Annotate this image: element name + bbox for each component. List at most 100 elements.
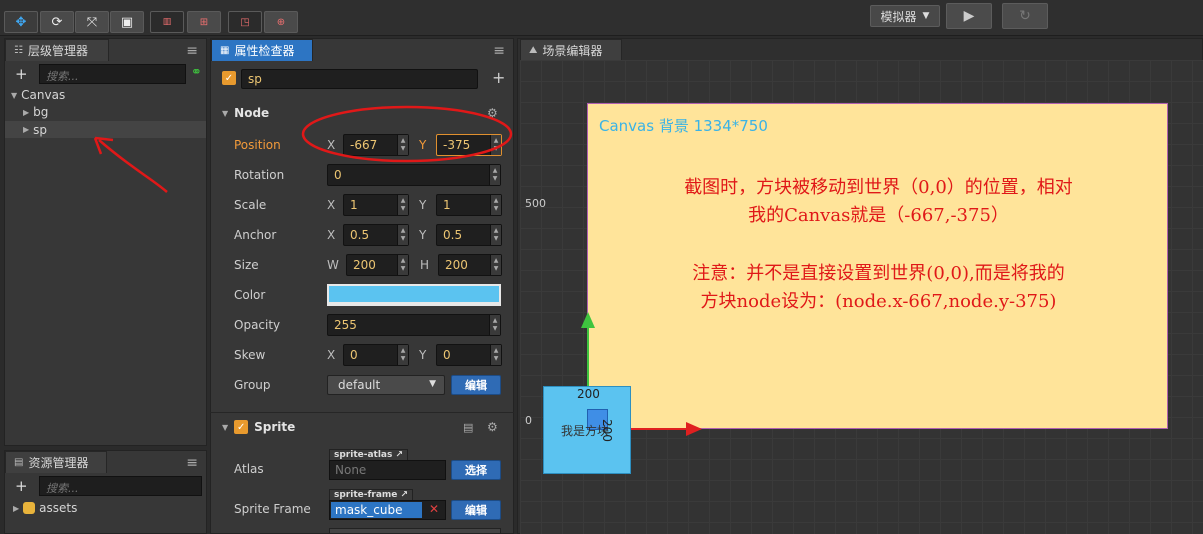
rotation-input[interactable]: 0 ▲ ▼ bbox=[327, 164, 501, 186]
external-link-icon[interactable]: ↗ bbox=[401, 490, 409, 500]
move-tool-icon[interactable]: ✥ bbox=[4, 11, 38, 33]
hierarchy-search-input[interactable]: 搜索... bbox=[39, 64, 186, 84]
tree-node-label: assets bbox=[39, 501, 78, 515]
size-w-value: 200 bbox=[353, 258, 376, 272]
tab-hierarchy[interactable]: ☷ 层级管理器 bbox=[5, 39, 109, 61]
tab-assets[interactable]: ▤ 资源管理器 bbox=[5, 451, 107, 473]
scene-icon: ⛰ bbox=[529, 45, 538, 56]
size-h-input[interactable]: 200 ▲ ▼ bbox=[438, 254, 502, 276]
simulator-label: 模拟器 bbox=[880, 9, 917, 24]
simulator-dropdown[interactable]: 模拟器 ▼ bbox=[870, 5, 940, 27]
square-width-label: 200 bbox=[577, 387, 600, 401]
note-line: 方块node设为：(node.x-667,node.y-375) bbox=[700, 291, 1057, 312]
scale-x-input[interactable]: 1 ▲ ▼ bbox=[343, 194, 409, 216]
position-label: Position bbox=[234, 138, 281, 152]
external-link-icon[interactable]: ↗ bbox=[396, 450, 404, 460]
tree-node-bg[interactable]: ▶ bg bbox=[23, 105, 48, 119]
group-select[interactable]: default ▼ bbox=[327, 375, 445, 395]
menu-icon[interactable]: ≡ bbox=[493, 43, 505, 59]
anchor-x-input[interactable]: 0.5 ▲ ▼ bbox=[343, 224, 409, 246]
skew-label: Skew bbox=[234, 348, 266, 362]
refresh-icon: ↻ bbox=[1019, 8, 1031, 24]
caret-down-icon: ▼ bbox=[222, 422, 229, 432]
next-field-peek bbox=[329, 528, 501, 534]
sprite-frame-field[interactable]: mask_cube ✕ bbox=[329, 500, 446, 520]
color-swatch[interactable] bbox=[327, 284, 501, 306]
scale-tool-icon[interactable]: ⤧ bbox=[75, 11, 109, 33]
group-label: Group bbox=[234, 378, 271, 392]
scale-label: Scale bbox=[234, 198, 267, 212]
canvas-background[interactable]: Canvas 背景 1334*750 截图时，方块被移动到世界（0,0）的位置，… bbox=[587, 103, 1168, 429]
node-active-checkbox[interactable]: ✓ bbox=[222, 71, 236, 85]
rotate-tool-icon[interactable]: ⟳ bbox=[40, 11, 74, 33]
sprite-section-title: Sprite bbox=[254, 420, 296, 434]
link-icon[interactable]: ⚭ bbox=[191, 65, 202, 80]
rect-tool-icon[interactable]: ▣ bbox=[110, 11, 144, 33]
opacity-input[interactable]: 255 ▲ ▼ bbox=[327, 314, 501, 336]
node-section-header[interactable]: ▼ Node bbox=[222, 106, 269, 120]
add-component-icon[interactable]: + bbox=[492, 68, 505, 87]
annotation-note: 截图时，方块被移动到世界（0,0）的位置，相对 我的Canvas就是（-667,… bbox=[588, 174, 1169, 316]
group-edit-button[interactable]: 编辑 bbox=[451, 375, 501, 395]
play-button[interactable]: ▶ bbox=[946, 3, 992, 29]
scale-y-axis: Y bbox=[419, 198, 427, 212]
stepper-icon[interactable]: ▲ ▼ bbox=[397, 255, 408, 275]
stepper-icon[interactable]: ▲ ▼ bbox=[490, 225, 501, 245]
stepper-icon[interactable]: ▲ ▼ bbox=[489, 165, 500, 185]
tab-inspector[interactable]: ▦ 属性检查器 bbox=[211, 39, 313, 61]
group-value: default bbox=[338, 378, 381, 392]
atlas-field[interactable]: None bbox=[329, 460, 446, 480]
y-arrow-icon[interactable] bbox=[581, 312, 595, 328]
sprite-frame-label: Sprite Frame bbox=[234, 502, 311, 516]
anchor-y-input[interactable]: 0.5 ▲ ▼ bbox=[436, 224, 502, 246]
anchor-x-axis: X bbox=[327, 228, 336, 242]
stepper-icon[interactable]: ▲ ▼ bbox=[490, 255, 501, 275]
hierarchy-panel: ☷ 层级管理器 ≡ + 搜索... ⚭ ▼ Canvas ▶ bg ▶ sp bbox=[4, 38, 207, 446]
tab-assets-label: 资源管理器 bbox=[28, 456, 89, 470]
color-label: Color bbox=[234, 288, 266, 302]
stepper-icon[interactable]: ▲ ▼ bbox=[489, 315, 500, 335]
stepper-icon[interactable]: ▲ ▼ bbox=[397, 195, 408, 215]
sprite-square[interactable]: 200 我是方块 200 bbox=[543, 386, 631, 474]
anchor-y-value: 0.5 bbox=[443, 228, 463, 242]
settings-gear-icon[interactable]: ⚙ bbox=[487, 420, 498, 434]
atlas-label: Atlas bbox=[234, 462, 264, 476]
size-label: Size bbox=[234, 258, 259, 272]
stepper-icon[interactable]: ▲ ▼ bbox=[397, 225, 408, 245]
world-toggle-icon[interactable]: ⊕ bbox=[264, 11, 298, 33]
scale-y-input[interactable]: 1 ▲ ▼ bbox=[436, 194, 502, 216]
node-name-input[interactable]: sp bbox=[241, 69, 478, 89]
clear-x-icon[interactable]: ✕ bbox=[429, 502, 439, 516]
stepper-icon[interactable]: ▲ ▼ bbox=[397, 345, 408, 365]
atlas-select-button[interactable]: 选择 bbox=[451, 460, 501, 480]
caret-down-icon: ▼ bbox=[11, 90, 18, 100]
skew-y-input[interactable]: 0 ▲ ▼ bbox=[436, 344, 502, 366]
assets-search-input[interactable]: 搜索... bbox=[39, 476, 202, 496]
stepper-icon[interactable]: ▲ ▼ bbox=[490, 345, 501, 365]
main-toolbar: ✥ ⟳ ⤧ ▣ ▥ ⊞ ◳ ⊕ 模拟器 ▼ ▶ ↻ bbox=[0, 0, 1203, 36]
sprite-frame-type-tag: sprite-frame ↗ bbox=[329, 489, 414, 500]
menu-icon[interactable]: ≡ bbox=[186, 455, 198, 471]
refresh-button[interactable]: ↻ bbox=[1002, 3, 1048, 29]
add-icon[interactable]: + bbox=[15, 477, 28, 495]
anchor-toggle-icon[interactable]: ▥ bbox=[150, 11, 184, 33]
tab-scene[interactable]: ⛰ 场景编辑器 bbox=[520, 39, 622, 61]
tree-node-assets[interactable]: ▶ assets bbox=[13, 501, 77, 515]
scale-x-axis: X bbox=[327, 198, 336, 212]
chevron-down-icon: ▼ bbox=[429, 379, 436, 389]
x-arrow-icon[interactable] bbox=[686, 422, 702, 436]
sprite-section-header[interactable]: ▼ ✓ Sprite bbox=[222, 420, 295, 434]
sprite-frame-edit-button[interactable]: 编辑 bbox=[451, 500, 501, 520]
tree-node-canvas[interactable]: ▼ Canvas bbox=[11, 88, 65, 102]
menu-icon[interactable]: ≡ bbox=[186, 43, 198, 59]
sprite-enabled-checkbox[interactable]: ✓ bbox=[234, 420, 249, 434]
stepper-icon[interactable]: ▲ ▼ bbox=[490, 195, 501, 215]
help-book-icon[interactable]: ▤ bbox=[463, 421, 473, 434]
skew-x-input[interactable]: 0 ▲ ▼ bbox=[343, 344, 409, 366]
local-toggle-icon[interactable]: ⊞ bbox=[187, 11, 221, 33]
add-icon[interactable]: + bbox=[15, 65, 28, 83]
size-w-input[interactable]: 200 ▲ ▼ bbox=[346, 254, 409, 276]
skew-x-value: 0 bbox=[350, 348, 358, 362]
tab-scene-label: 场景编辑器 bbox=[542, 44, 603, 58]
snap-toggle-icon[interactable]: ◳ bbox=[228, 11, 262, 33]
